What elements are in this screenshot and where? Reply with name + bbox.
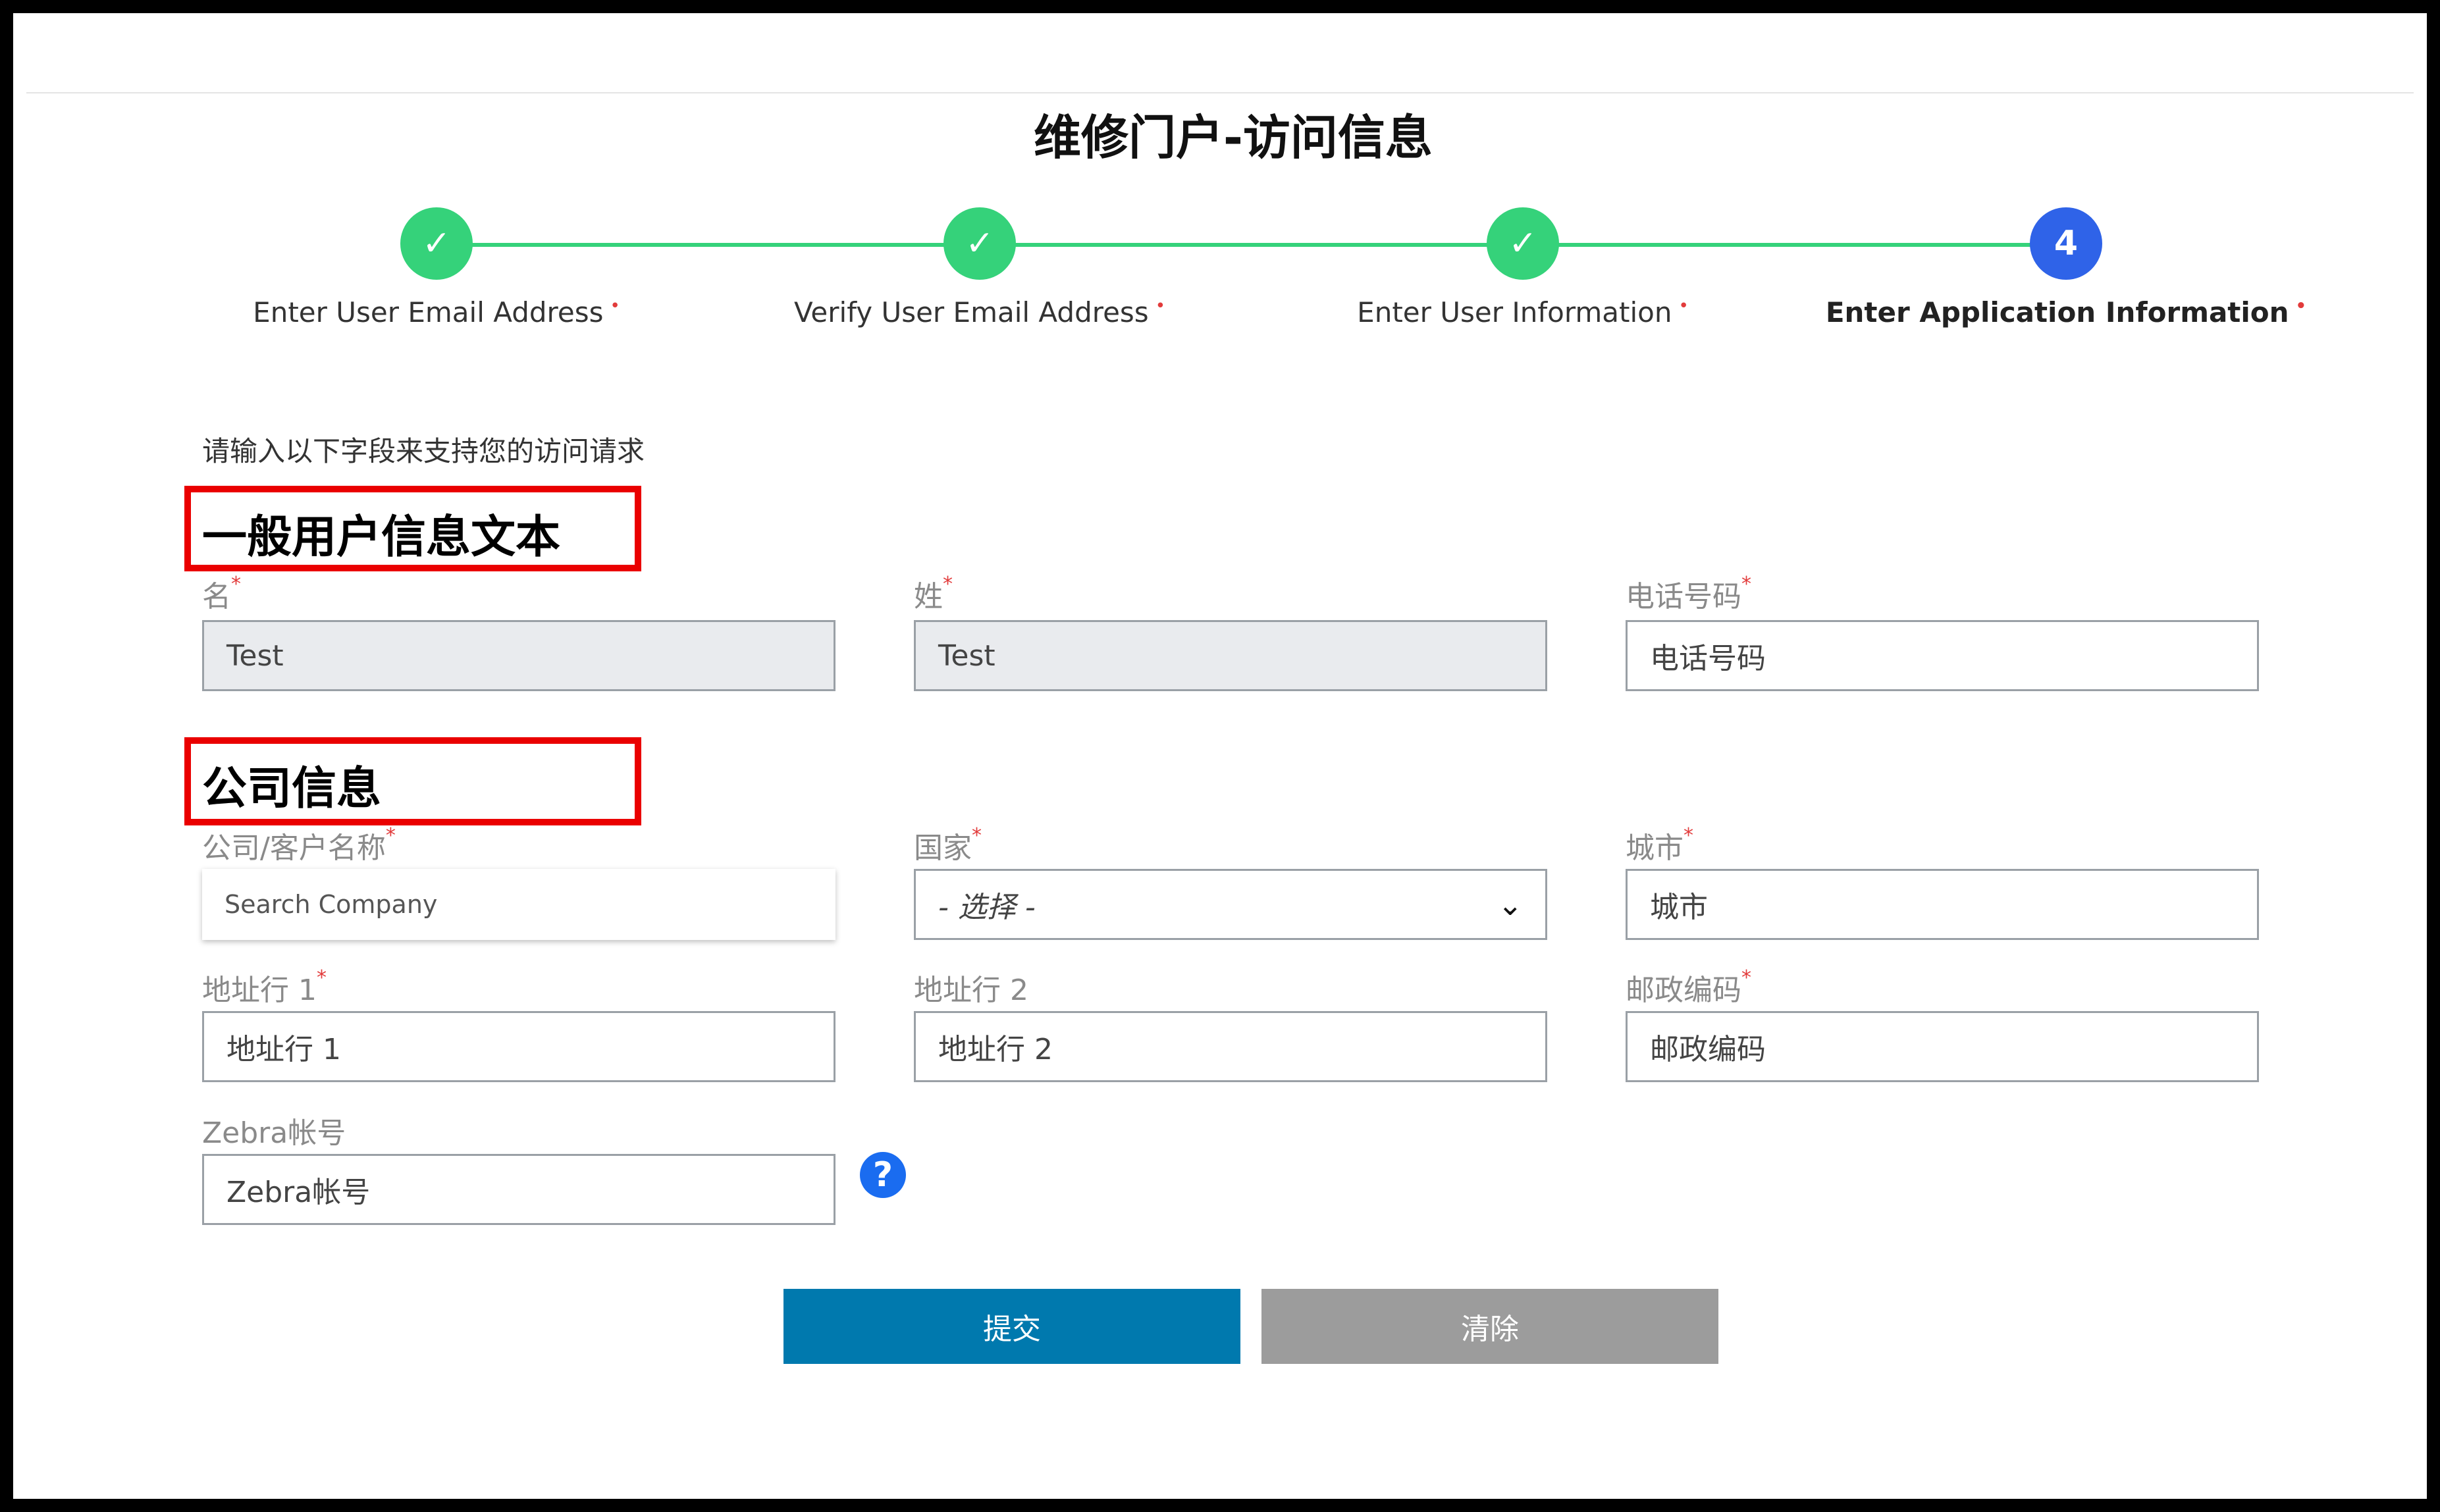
intro-text: 请输入以下字段来支持您的访问请求 — [202, 435, 645, 467]
window-frame: 维修门户-访问信息 ✓ ✓ ✓ 4 Enter User Email Addre… — [0, 0, 2440, 1512]
header-divider — [26, 92, 2414, 93]
country-select[interactable]: - 选择 - ⌄ — [914, 869, 1547, 940]
company-search-input[interactable]: Search Company — [202, 869, 835, 940]
step-1-label: Enter User Email Address • — [253, 296, 620, 328]
address2-label: 地址行 2 — [914, 974, 1028, 1007]
postal-code-input[interactable]: 邮政编码 — [1626, 1011, 2259, 1082]
address1-input[interactable]: 地址行 1 — [202, 1011, 835, 1082]
step-2-label: Verify User Email Address • — [793, 296, 1166, 328]
step-connector — [1558, 243, 2065, 247]
section-title-company: 公司信息 — [202, 763, 382, 815]
last-name-input[interactable]: Test — [914, 620, 1547, 691]
step-4-label: Enter Application Information • — [1825, 296, 2307, 328]
submit-button[interactable]: 提交 — [783, 1289, 1240, 1364]
step-1-checkmark-icon: ✓ — [400, 207, 473, 280]
phone-label: 电话号码* — [1626, 573, 1751, 613]
phone-input[interactable]: 电话号码 — [1626, 620, 2259, 691]
page-title: 维修门户-访问信息 — [1034, 110, 1433, 165]
step-3-label: Enter User Information • — [1357, 296, 1689, 328]
city-label: 城市* — [1626, 824, 1693, 865]
address1-label: 地址行 1* — [202, 966, 327, 1007]
step-3-checkmark-icon: ✓ — [1487, 207, 1559, 280]
progress-stepper: ✓ ✓ ✓ 4 Enter User Email Address • Verify… — [13, 204, 2440, 349]
country-label: 国家* — [914, 824, 982, 865]
city-input[interactable]: 城市 — [1626, 869, 2259, 940]
company-label: 公司/客户名称* — [202, 824, 396, 865]
last-name-label: 姓* — [914, 573, 953, 613]
section-title-general: 一般用户信息文本 — [202, 511, 561, 563]
step-connector — [1015, 243, 1522, 247]
chevron-down-icon: ⌄ — [1497, 887, 1523, 922]
zebra-account-label: Zebra帐号 — [202, 1116, 346, 1150]
clear-button[interactable]: 清除 — [1261, 1289, 1718, 1364]
address2-input[interactable]: 地址行 2 — [914, 1011, 1547, 1082]
step-2-checkmark-icon: ✓ — [943, 207, 1016, 280]
postal-code-label: 邮政编码* — [1626, 966, 1751, 1007]
country-selected-value: - 选择 - — [938, 891, 1036, 924]
step-4-number: 4 — [2030, 207, 2102, 280]
step-connector — [472, 243, 979, 247]
first-name-label: 名* — [202, 573, 241, 613]
question-circle-icon[interactable]: ? — [860, 1152, 906, 1198]
first-name-input[interactable]: Test — [202, 620, 835, 691]
zebra-account-input[interactable]: Zebra帐号 — [202, 1154, 835, 1225]
